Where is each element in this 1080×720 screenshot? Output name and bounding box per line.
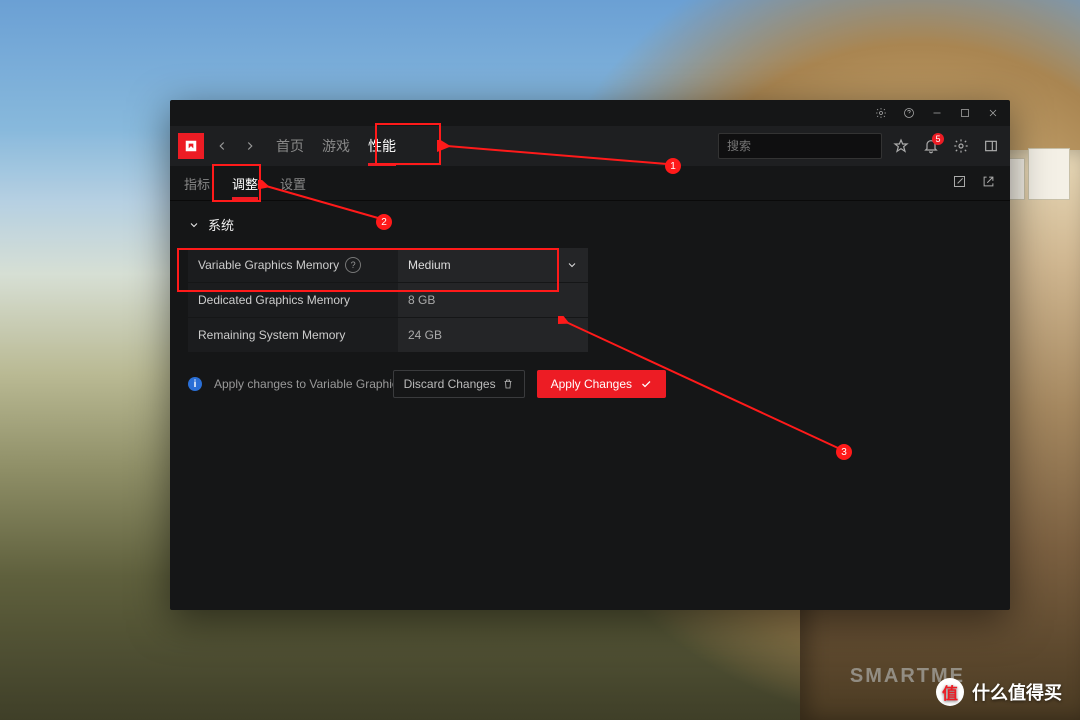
amd-software-window: 首页 游戏 性能 5 指标 调整 设置 系统 bbox=[170, 100, 1010, 610]
tab-games[interactable]: 游戏 bbox=[322, 126, 350, 166]
nav-tabs: 首页 游戏 性能 bbox=[276, 126, 396, 166]
section-title: 系统 bbox=[208, 215, 234, 234]
value-text: 24 GB bbox=[408, 328, 442, 342]
label-text: Dedicated Graphics Memory bbox=[198, 293, 350, 307]
subtab-tuning-label: 调整 bbox=[232, 174, 258, 193]
search-box[interactable] bbox=[718, 133, 882, 159]
trash-icon bbox=[502, 378, 514, 390]
section-header[interactable]: 系统 bbox=[188, 215, 992, 234]
chevron-down-icon bbox=[188, 219, 200, 231]
row-dedicated-graphics-memory: Dedicated Graphics Memory 8 GB bbox=[188, 283, 992, 317]
bell-icon[interactable]: 5 bbox=[920, 135, 942, 157]
settings-grid: Variable Graphics Memory ? Medium Dedica… bbox=[188, 248, 992, 352]
tab-home[interactable]: 首页 bbox=[276, 126, 304, 166]
watermark: 值 什么值得买 bbox=[936, 678, 1062, 706]
gear-icon[interactable] bbox=[950, 135, 972, 157]
bell-badge: 5 bbox=[932, 133, 944, 145]
minimize-icon[interactable] bbox=[930, 106, 944, 120]
subtab-tuning[interactable]: 调整 bbox=[232, 166, 258, 200]
content-area: 系统 Variable Graphics Memory ? Medium Ded… bbox=[170, 201, 1010, 412]
subtab-settings[interactable]: 设置 bbox=[280, 166, 306, 200]
search-input[interactable] bbox=[725, 138, 884, 154]
subtab-metrics-label: 指标 bbox=[184, 174, 210, 193]
panel-icon[interactable] bbox=[980, 135, 1002, 157]
settings-small-icon[interactable] bbox=[874, 106, 888, 120]
row-variable-graphics-memory: Variable Graphics Memory ? Medium bbox=[188, 248, 992, 282]
maximize-icon[interactable] bbox=[958, 106, 972, 120]
row-value: 24 GB bbox=[398, 318, 588, 352]
apply-button[interactable]: Apply Changes bbox=[537, 370, 666, 398]
watermark-text: 什么值得买 bbox=[972, 679, 1062, 705]
sub-tabs: 指标 调整 设置 bbox=[170, 166, 1010, 201]
value-text: Medium bbox=[408, 258, 451, 272]
row-value: 8 GB bbox=[398, 283, 588, 317]
help-icon[interactable]: ? bbox=[345, 257, 361, 273]
tab-performance[interactable]: 性能 bbox=[368, 126, 396, 166]
label-text: Remaining System Memory bbox=[198, 328, 345, 342]
window-titlebar bbox=[170, 100, 1010, 126]
subtab-metrics[interactable]: 指标 bbox=[184, 166, 210, 200]
subtab-settings-label: 设置 bbox=[280, 174, 306, 193]
apply-label: Apply Changes bbox=[551, 377, 632, 391]
main-toolbar: 首页 游戏 性能 5 bbox=[170, 126, 1010, 166]
discard-button[interactable]: Discard Changes bbox=[393, 370, 525, 398]
help-icon[interactable] bbox=[902, 106, 916, 120]
back-button[interactable] bbox=[212, 136, 232, 156]
amd-logo[interactable] bbox=[178, 133, 204, 159]
tab-performance-label: 性能 bbox=[368, 136, 396, 156]
close-icon[interactable] bbox=[986, 106, 1000, 120]
footer-bar: i Apply changes to Variable Graphics Mem… bbox=[188, 370, 992, 398]
row-remaining-system-memory: Remaining System Memory 24 GB bbox=[188, 318, 992, 352]
row-label: Variable Graphics Memory ? bbox=[188, 248, 398, 282]
favorite-icon[interactable] bbox=[890, 135, 912, 157]
row-label: Remaining System Memory bbox=[188, 318, 398, 352]
info-icon: i bbox=[188, 377, 202, 391]
tab-games-label: 游戏 bbox=[322, 136, 350, 156]
tab-home-label: 首页 bbox=[276, 136, 304, 156]
chevron-down-icon bbox=[566, 259, 578, 271]
check-icon bbox=[640, 378, 652, 390]
discard-label: Discard Changes bbox=[404, 377, 496, 391]
row-value-dropdown[interactable]: Medium bbox=[398, 248, 588, 282]
value-text: 8 GB bbox=[408, 293, 435, 307]
edit-icon[interactable] bbox=[952, 174, 967, 192]
forward-button[interactable] bbox=[240, 136, 260, 156]
watermark-icon: 值 bbox=[936, 678, 964, 706]
label-text: Variable Graphics Memory bbox=[198, 258, 339, 272]
row-label: Dedicated Graphics Memory bbox=[188, 283, 398, 317]
popout-icon[interactable] bbox=[981, 174, 996, 192]
